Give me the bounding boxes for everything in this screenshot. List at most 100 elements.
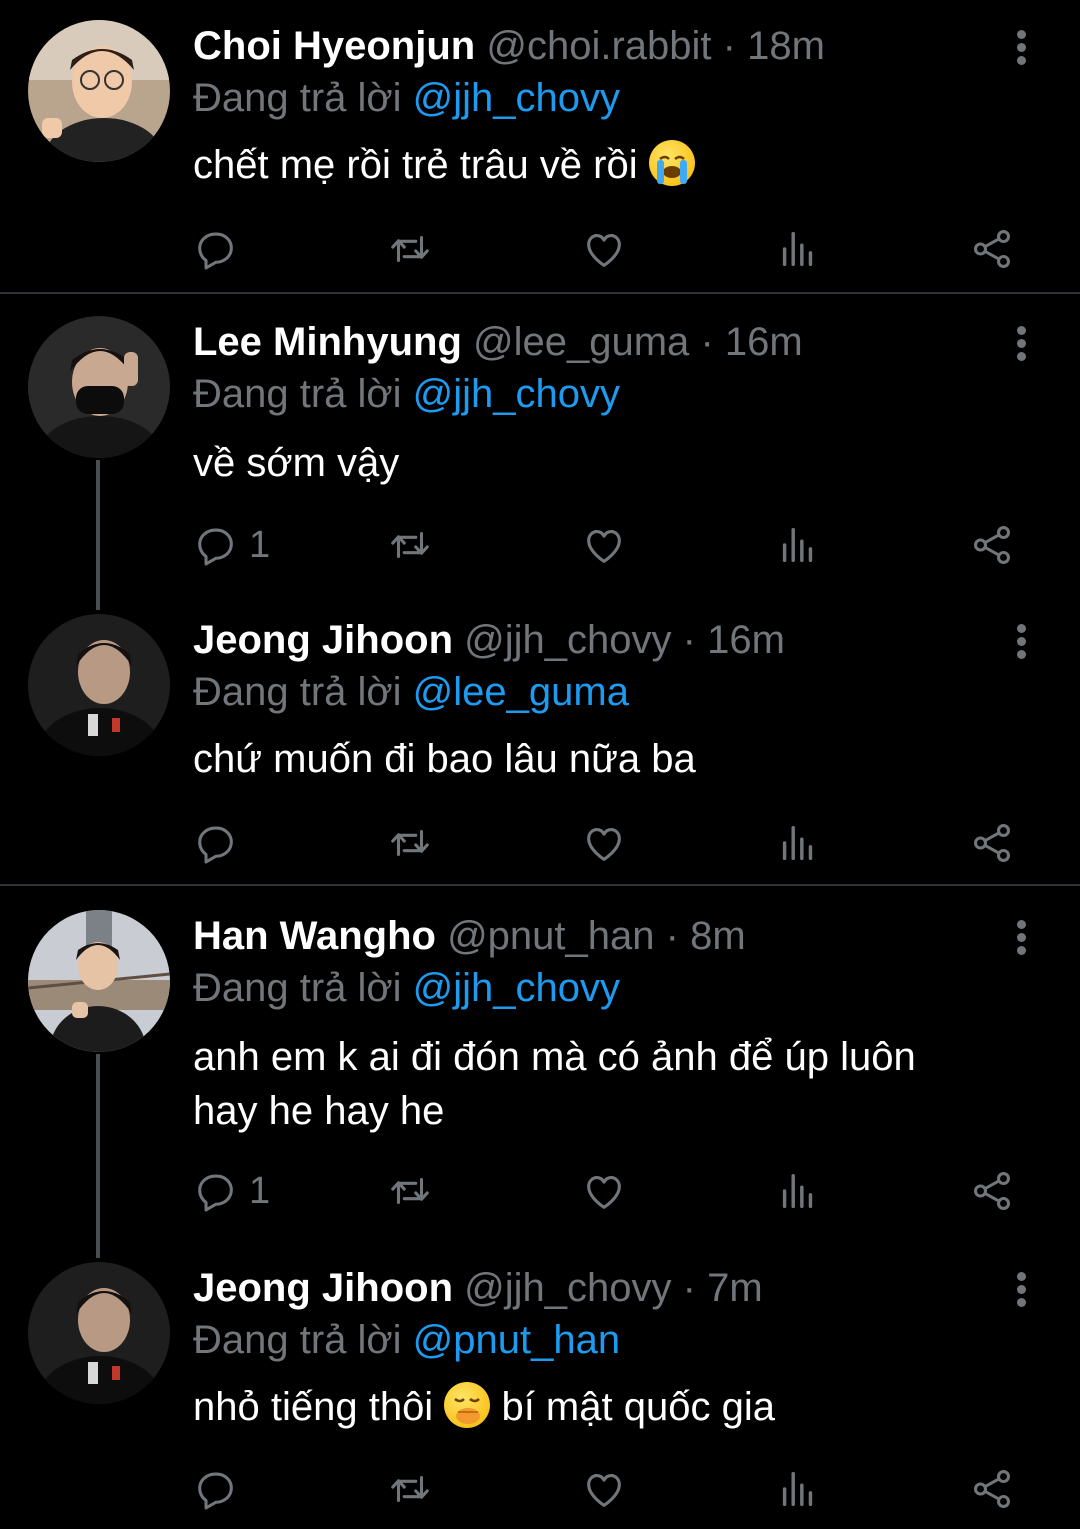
timestamp[interactable]: 7m	[707, 1266, 763, 1310]
tweet-text-content: chứ muốn đi bao lâu nữa ba	[193, 737, 696, 781]
views-icon	[775, 1168, 821, 1214]
mention-link[interactable]: @jjh_chovy	[413, 966, 620, 1010]
like-icon	[581, 226, 627, 272]
avatar[interactable]	[28, 1262, 170, 1404]
author-name[interactable]: Han Wangho	[193, 914, 436, 958]
mention-link[interactable]: @pnut_han	[413, 1318, 620, 1362]
timestamp[interactable]: 16m	[707, 618, 785, 662]
views-button[interactable]	[775, 1166, 821, 1216]
avatar-jeong-jihoon	[28, 614, 170, 756]
retweet-button[interactable]	[387, 1464, 433, 1514]
more-icon[interactable]	[1004, 618, 1040, 664]
retweet-icon	[387, 1466, 433, 1512]
replying-to: Đang trả lời @pnut_han	[193, 1314, 620, 1366]
retweet-button[interactable]	[387, 818, 433, 868]
views-button[interactable]	[775, 1464, 821, 1514]
reply-button[interactable]	[193, 818, 249, 868]
mention-link[interactable]: @lee_guma	[413, 670, 629, 714]
tweet[interactable]: Jeong Jihoon @jjh_chovy · 16m Đang trả l…	[0, 614, 1080, 884]
more-icon[interactable]	[1004, 914, 1040, 960]
tweet-actions: 1	[193, 520, 1033, 570]
tweet-text-content: chết mẹ rồi trẻ trâu về rồi	[193, 143, 638, 187]
reply-icon	[193, 522, 239, 568]
tweet-text-line: anh em k ai đi đón mà có ảnh để úp luôn	[193, 1035, 916, 1079]
tweet[interactable]: Jeong Jihoon @jjh_chovy · 7m Đang trả lờ…	[0, 1262, 1080, 1529]
avatar-lee-minhyung	[28, 316, 170, 458]
author-name[interactable]: Choi Hyeonjun	[193, 24, 475, 68]
tweet-text-line: hay he hay he	[193, 1089, 445, 1133]
author-handle[interactable]: @lee_guma	[473, 320, 689, 364]
avatar[interactable]	[28, 910, 170, 1052]
author-name[interactable]: Lee Minhyung	[193, 320, 462, 364]
tweet-text-content: nhỏ tiếng thôi	[193, 1385, 434, 1429]
avatar[interactable]	[28, 20, 170, 162]
share-button[interactable]	[969, 1166, 1015, 1216]
reply-button[interactable]	[193, 1464, 249, 1514]
separator-dot: ·	[722, 24, 736, 68]
tweet[interactable]: Choi Hyeonjun @choi.rabbit · 18m Đang tr…	[0, 20, 1080, 292]
reply-button[interactable]: 1	[193, 520, 270, 570]
mention-link[interactable]: @jjh_chovy	[413, 76, 620, 120]
author-handle[interactable]: @pnut_han	[447, 914, 654, 958]
share-button[interactable]	[969, 520, 1015, 570]
tweet-text: nhỏ tiếng thôi bí mật quốc gia	[193, 1380, 1023, 1434]
author-handle[interactable]: @jjh_chovy	[464, 1266, 671, 1310]
share-button[interactable]	[969, 1464, 1015, 1514]
tweet[interactable]: Han Wangho @pnut_han · 8m Đang trả lời @…	[0, 910, 1080, 1230]
views-icon	[775, 1466, 821, 1512]
tweet-text: anh em k ai đi đón mà có ảnh để úp luôn …	[193, 1030, 1023, 1138]
reply-icon	[193, 820, 239, 866]
tweet-text-content: về sớm vậy	[193, 441, 400, 485]
retweet-button[interactable]	[387, 224, 433, 274]
more-icon[interactable]	[1004, 24, 1040, 70]
author-name[interactable]: Jeong Jihoon	[193, 618, 453, 662]
tweet-actions	[193, 1464, 1033, 1514]
share-button[interactable]	[969, 818, 1015, 868]
reply-icon	[193, 1168, 239, 1214]
views-button[interactable]	[775, 224, 821, 274]
like-button[interactable]	[581, 1166, 627, 1216]
like-icon	[581, 820, 627, 866]
separator-dot: ·	[700, 320, 714, 364]
share-icon	[969, 522, 1015, 568]
like-button[interactable]	[581, 224, 627, 274]
retweet-icon	[387, 1168, 433, 1214]
author-handle[interactable]: @jjh_chovy	[464, 618, 671, 662]
timestamp[interactable]: 16m	[725, 320, 803, 364]
timestamp[interactable]: 18m	[747, 24, 825, 68]
replying-prefix: Đang trả lời	[193, 76, 402, 120]
like-icon	[581, 522, 627, 568]
tweet-header: Choi Hyeonjun @choi.rabbit · 18m	[193, 20, 825, 72]
reply-count: 1	[249, 523, 271, 566]
author-name[interactable]: Jeong Jihoon	[193, 1266, 453, 1310]
reply-button[interactable]	[193, 224, 249, 274]
tweet-actions	[193, 224, 1033, 274]
tweet[interactable]: Lee Minhyung @lee_guma · 16m Đang trả lờ…	[0, 316, 1080, 586]
author-handle[interactable]: @choi.rabbit	[486, 24, 711, 68]
share-button[interactable]	[969, 224, 1015, 274]
reply-icon	[193, 226, 239, 272]
reply-count: 1	[249, 1169, 271, 1212]
tweet-actions	[193, 818, 1033, 868]
more-icon[interactable]	[1004, 1266, 1040, 1312]
like-icon	[581, 1168, 627, 1214]
retweet-button[interactable]	[387, 1166, 433, 1216]
like-button[interactable]	[581, 1464, 627, 1514]
replying-prefix: Đang trả lời	[193, 670, 402, 714]
like-button[interactable]	[581, 818, 627, 868]
retweet-icon	[387, 820, 433, 866]
avatar[interactable]	[28, 316, 170, 458]
replying-to: Đang trả lời @jjh_chovy	[193, 368, 620, 420]
views-button[interactable]	[775, 818, 821, 868]
like-button[interactable]	[581, 520, 627, 570]
retweet-button[interactable]	[387, 520, 433, 570]
reply-button[interactable]: 1	[193, 1166, 270, 1216]
tweet-header: Han Wangho @pnut_han · 8m	[193, 910, 746, 962]
mention-link[interactable]: @jjh_chovy	[413, 372, 620, 416]
timestamp[interactable]: 8m	[690, 914, 746, 958]
views-button[interactable]	[775, 520, 821, 570]
tweet-header: Jeong Jihoon @jjh_chovy · 16m	[193, 614, 785, 666]
avatar[interactable]	[28, 614, 170, 756]
tweet-text: chứ muốn đi bao lâu nữa ba	[193, 732, 1023, 786]
more-icon[interactable]	[1004, 320, 1040, 366]
